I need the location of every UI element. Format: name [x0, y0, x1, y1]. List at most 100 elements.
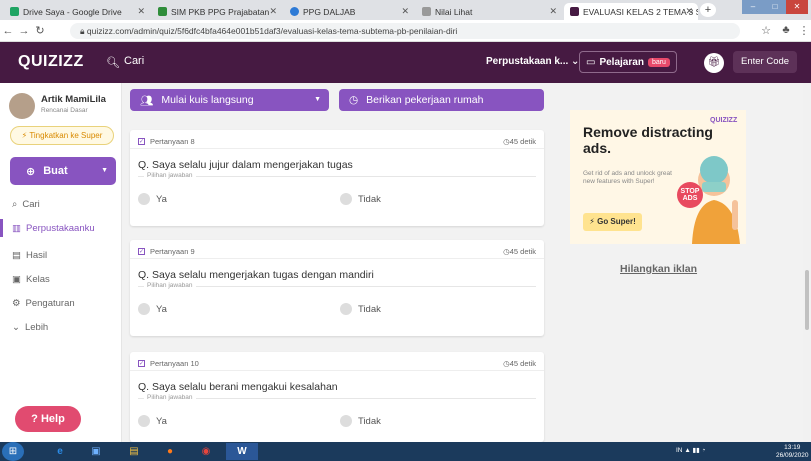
avatar[interactable]	[9, 93, 35, 119]
close-icon[interactable]: ✕	[401, 6, 409, 17]
firefox-icon[interactable]: ●	[154, 443, 186, 460]
question-card[interactable]: ✓ Pertanyaan 9 ◷45 detik Q. Saya selalu m…	[130, 240, 544, 336]
media-icon[interactable]: ▣	[80, 443, 112, 460]
browser-tab-strip: Drive Saya - Google Drive ✕ SIM PKB PPG …	[0, 0, 811, 20]
chrome-icon[interactable]: ◉	[190, 443, 222, 460]
class-icon: ▣	[12, 273, 21, 285]
assign-homework-button[interactable]: ◷ Berikan pekerjaan rumah	[339, 89, 544, 111]
tab-nilai-lihat[interactable]: Nilai Lihat ✕	[416, 3, 562, 20]
clock[interactable]: 13:19 26/09/2020	[776, 444, 809, 460]
gift-icon[interactable]: 🎁︎	[704, 53, 724, 73]
tab-ppg-daljab[interactable]: PPG DALJAB ✕	[284, 3, 414, 20]
help-button[interactable]: ? Help	[15, 406, 81, 432]
close-icon[interactable]: ✕	[685, 6, 693, 17]
answer-option: Ya	[138, 303, 167, 315]
gear-icon: ⚙︎	[12, 297, 21, 309]
star-icon[interactable]: ☆	[758, 24, 774, 37]
quizizz-logo[interactable]: QUIZIZZ	[18, 53, 84, 71]
question-icon: ?	[31, 413, 38, 425]
folder-icon[interactable]: ▤	[118, 443, 150, 460]
minimize-icon[interactable]: –	[742, 0, 764, 14]
sidebar-item-cari[interactable]: ⌕ Cari	[0, 195, 121, 213]
sidebar-item-pengaturan[interactable]: ⚙︎ Pengaturan	[0, 294, 121, 312]
divider	[130, 370, 544, 371]
library-selector[interactable]: Perpustakaan k... ⌄	[486, 56, 579, 67]
sim-icon	[158, 7, 167, 16]
checkbox-icon: ✓	[138, 247, 145, 255]
answer-option: Tidak	[340, 303, 381, 315]
tab-google-drive[interactable]: Drive Saya - Google Drive ✕	[4, 3, 150, 20]
question-text: Q. Saya selalu mengerjakan tugas dengan …	[138, 269, 374, 281]
page-icon	[422, 7, 431, 16]
search-input[interactable]: Cari	[124, 55, 144, 67]
sidebar-item-perpustakaanku[interactable]: ▥ Perpustakaanku	[0, 219, 121, 237]
answer-option: Ya	[138, 193, 167, 205]
answer-option: Tidak	[340, 415, 381, 427]
ad-subtitle: Get rid of ads and unlock great new feat…	[583, 170, 672, 185]
search-icon: ⌕	[12, 198, 18, 210]
quizizz-icon	[570, 7, 579, 16]
reload-icon[interactable]: ↻	[32, 24, 48, 37]
question-number: ✓ Pertanyaan 10	[138, 359, 199, 368]
enter-code-button[interactable]: Enter Code	[733, 51, 798, 73]
forward-icon[interactable]: →	[16, 25, 32, 37]
app-header: QUIZIZZ 🔍︎ Cari Perpustakaan k... ⌄ ▭ Pe…	[0, 42, 811, 83]
chevron-down-icon: ▼	[314, 96, 321, 103]
lock-icon: 🔒︎	[80, 26, 87, 36]
stop-ads-badge: STOP ADS	[677, 182, 703, 208]
back-icon[interactable]: ←	[0, 25, 16, 37]
ad-title: Remove distracting ads.	[583, 124, 713, 156]
lessons-button[interactable]: ▭ Pelajaran baru	[579, 51, 677, 73]
question-time: ◷45 detik	[503, 359, 536, 368]
screen-icon: ▭	[586, 56, 596, 68]
address-bar: ← → ↻ 🔒︎ quizizz.com/admin/quiz/5f6dfc4b…	[0, 20, 811, 42]
url-field[interactable]: 🔒︎ quizizz.com/admin/quiz/5f6dfc4bfa464e…	[70, 23, 740, 39]
user-name: Artik MamiLila	[41, 94, 106, 105]
close-window-icon[interactable]: ✕	[786, 0, 808, 14]
user-role: Rencanai Dasar	[41, 107, 88, 114]
ie-icon[interactable]: e	[44, 443, 76, 460]
option-dot	[340, 303, 352, 315]
answer-option: Tidak	[340, 193, 381, 205]
word-icon[interactable]: W	[226, 443, 258, 460]
close-icon[interactable]: ✕	[269, 6, 277, 17]
go-super-button[interactable]: ⚡︎ Go Super!	[583, 213, 642, 231]
scrollbar[interactable]	[803, 83, 811, 442]
scrollbar-thumb[interactable]	[805, 270, 809, 330]
system-tray[interactable]: IN ▲ ▮▮ ◔	[676, 446, 705, 454]
start-button[interactable]: ⊞	[2, 442, 24, 461]
tab-evaluasi[interactable]: EVALUASI KELAS 2 TEMA 3 SUE ✕	[564, 3, 698, 20]
sidebar-item-hasil[interactable]: ▤ Hasil	[0, 246, 121, 264]
answer-choices-label: Pilihan jawaban	[138, 394, 536, 408]
question-text: Q. Saya selalu berani mengakui kesalahan	[138, 381, 338, 393]
extension-icon[interactable]: ♣	[778, 24, 794, 36]
answer-choices-label: Pilihan jawaban	[138, 282, 536, 296]
network-icon: ▲ ▮▮ ◔	[684, 447, 706, 454]
chevron-down-icon: ⌄	[12, 321, 20, 333]
search-icon[interactable]: 🔍︎	[106, 56, 120, 69]
question-number: ✓ Pertanyaan 8	[138, 137, 195, 146]
sidebar-item-lebih[interactable]: ⌄ Lebih	[0, 318, 121, 336]
hide-ad-link[interactable]: Hilangkan iklan	[620, 263, 697, 275]
new-tab-button[interactable]: +	[700, 3, 716, 17]
option-dot	[138, 193, 150, 205]
sidebar-item-kelas[interactable]: ▣ Kelas	[0, 270, 121, 288]
menu-icon[interactable]: ⋮	[796, 24, 811, 37]
divider	[130, 148, 544, 149]
upgrade-button[interactable]: ⚡︎ Tingkatkan ke Super	[10, 126, 114, 145]
drive-icon	[10, 7, 19, 16]
question-card[interactable]: ✓ Pertanyaan 10 ◷45 detik Q. Saya selalu …	[130, 352, 544, 442]
start-live-quiz-button[interactable]: 👥︎ Mulai kuis langsung ▼	[130, 89, 329, 111]
close-icon[interactable]: ✕	[549, 6, 557, 17]
option-dot	[340, 193, 352, 205]
lightning-icon: ⚡︎	[21, 131, 28, 140]
plus-circle-icon: ⊕	[26, 165, 36, 178]
create-button[interactable]: ⊕ Buat ▼	[10, 157, 116, 185]
question-text: Q. Saya selalu jujur dalam mengerjakan t…	[138, 159, 353, 171]
option-dot	[138, 415, 150, 427]
new-badge: baru	[647, 57, 670, 67]
question-card[interactable]: ✓ Pertanyaan 8 ◷45 detik Q. Saya selalu j…	[130, 130, 544, 226]
close-icon[interactable]: ✕	[137, 6, 145, 17]
maximize-icon[interactable]: □	[764, 0, 786, 14]
tab-sim-pkb[interactable]: SIM PKB PPG Prajabatan ✕	[152, 3, 282, 20]
